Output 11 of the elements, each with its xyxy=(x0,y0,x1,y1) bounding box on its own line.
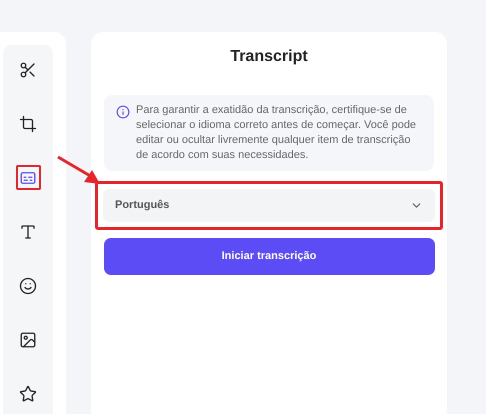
language-select[interactable]: Português xyxy=(103,189,435,222)
image-icon xyxy=(19,330,37,348)
smiley-icon xyxy=(19,276,37,294)
info-icon xyxy=(116,105,130,119)
crop-icon xyxy=(19,114,37,132)
info-text: Para garantir a exatidão da transcrição, certifique-se de selecionar o idioma correto antes de começar. Você pode editar ou ocultar livremente qualquer item de transcrição de acordo com suas necessidades. xyxy=(136,103,418,163)
scissors-icon xyxy=(19,60,37,78)
star-icon xyxy=(19,384,37,402)
panel-title: Transcript xyxy=(230,47,308,67)
start-button[interactable]: Iniciar transcrição xyxy=(104,238,434,275)
text-icon xyxy=(19,222,37,240)
